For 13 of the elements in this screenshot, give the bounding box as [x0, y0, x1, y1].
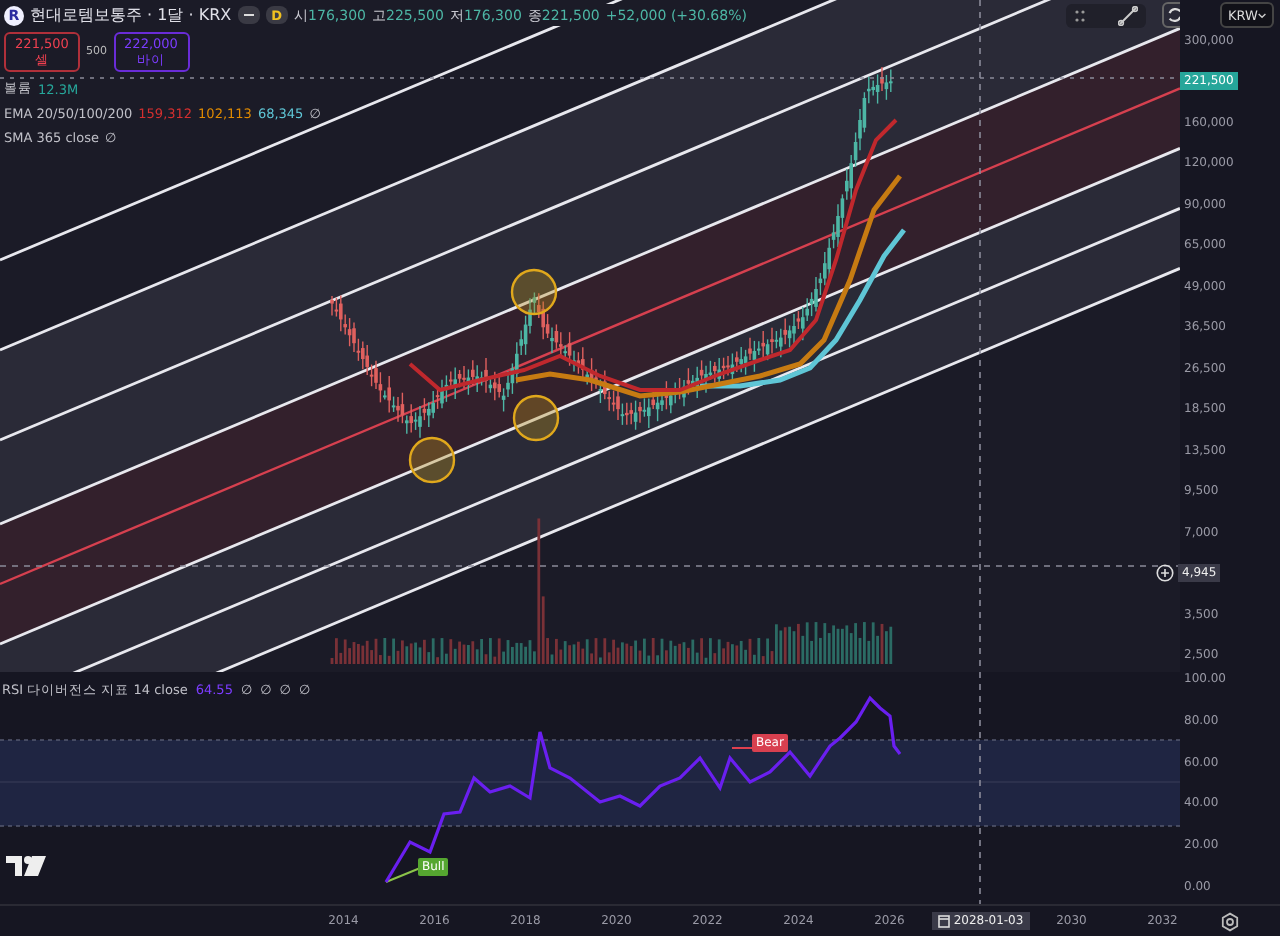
- calendar-icon: [937, 914, 950, 928]
- drag-handle-icon[interactable]: [1074, 7, 1086, 23]
- settings-icon[interactable]: [1220, 911, 1240, 931]
- caret-icon: [1257, 11, 1266, 19]
- line-tool-icon[interactable]: [1118, 5, 1138, 25]
- highlight-circle: [408, 436, 456, 484]
- highlight-circle: [512, 394, 560, 442]
- add-icon[interactable]: [1156, 564, 1174, 583]
- symbol-title[interactable]: 현대로템보통주 · 1달 · KRX: [30, 4, 232, 26]
- divergence-line: [731, 747, 757, 749]
- minus-icon[interactable]: [237, 6, 260, 24]
- highlight-circle: [510, 268, 558, 316]
- logo-icon: [6, 856, 46, 876]
